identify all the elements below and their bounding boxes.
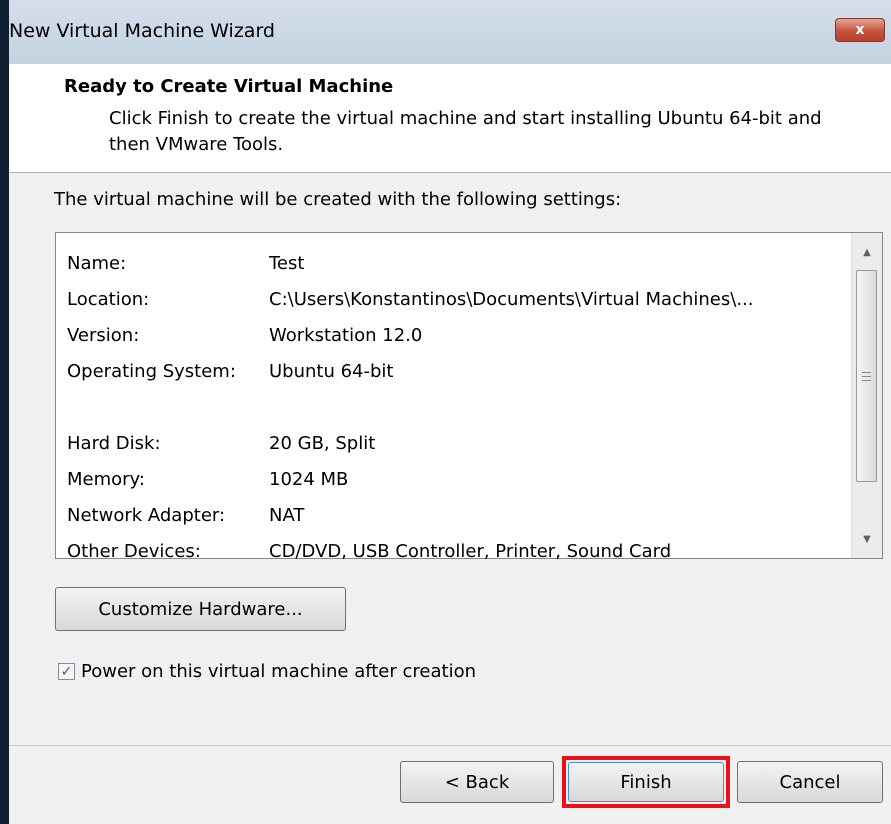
power-on-checkbox[interactable]: ✓ — [58, 663, 75, 680]
back-button[interactable]: < Back — [400, 761, 554, 803]
close-button[interactable]: x — [835, 18, 885, 42]
settings-intro: The virtual machine will be created with… — [54, 189, 622, 210]
setting-label: Version: — [67, 324, 140, 346]
setting-row-memory: Memory: 1024 MB — [67, 461, 842, 497]
window-title: New Virtual Machine Wizard — [9, 20, 275, 42]
setting-label: Operating System: — [67, 360, 236, 382]
vertical-scrollbar[interactable]: ▲ ▼ — [851, 233, 882, 558]
setting-row-hard-disk: Hard Disk: 20 GB, Split — [67, 425, 842, 461]
close-icon: x — [855, 22, 865, 38]
setting-row-version: Version: Workstation 12.0 — [67, 317, 842, 353]
scroll-down-icon[interactable]: ▼ — [852, 524, 882, 554]
setting-label: Location: — [67, 288, 150, 310]
setting-label: Network Adapter: — [67, 504, 226, 526]
grip-icon — [862, 371, 871, 381]
finish-button[interactable]: Finish — [568, 762, 724, 802]
setting-row-name: Name: Test — [67, 245, 842, 281]
setting-value: Test — [269, 252, 305, 274]
setting-label: Memory: — [67, 468, 145, 490]
setting-row-location: Location: C:\Users\Konstantinos\Document… — [67, 281, 842, 317]
customize-hardware-button[interactable]: Customize Hardware... — [55, 587, 346, 631]
settings-list: Name: Test Location: C:\Users\Konstantin… — [67, 245, 842, 569]
power-on-option[interactable]: ✓ Power on this virtual machine after cr… — [58, 661, 476, 682]
setting-label: Hard Disk: — [67, 432, 161, 454]
setting-value: 20 GB, Split — [269, 432, 376, 454]
setting-label: Other Devices: — [67, 540, 201, 562]
setting-value: CD/DVD, USB Controller, Printer, Sound C… — [269, 540, 672, 562]
power-on-label: Power on this virtual machine after crea… — [81, 661, 476, 682]
setting-row-network: Network Adapter: NAT — [67, 497, 842, 533]
setting-value: 1024 MB — [269, 468, 349, 490]
wizard-window: New Virtual Machine Wizard x Ready to Cr… — [0, 0, 891, 824]
setting-value: NAT — [269, 504, 305, 526]
scroll-thumb[interactable] — [856, 270, 877, 482]
setting-row-other-devices: Other Devices: CD/DVD, USB Controller, P… — [67, 533, 842, 569]
settings-summary-list[interactable]: Name: Test Location: C:\Users\Konstantin… — [55, 232, 883, 562]
button-divider — [9, 745, 891, 746]
setting-value: Workstation 12.0 — [269, 324, 423, 346]
cancel-button[interactable]: Cancel — [737, 761, 883, 803]
setting-value: C:\Users\Konstantinos\Documents\Virtual … — [269, 288, 754, 310]
title-bar: New Virtual Machine Wizard x — [9, 0, 891, 64]
wizard-body: The virtual machine will be created with… — [9, 173, 891, 824]
page-description: Click Finish to create the virtual machi… — [109, 108, 822, 155]
setting-label: Name: — [67, 252, 127, 274]
scroll-up-icon[interactable]: ▲ — [852, 237, 882, 267]
setting-value: Ubuntu 64-bit — [269, 360, 394, 382]
page-title: Ready to Create Virtual Machine — [64, 76, 394, 97]
wizard-header: Ready to Create Virtual Machine Click Fi… — [9, 64, 891, 173]
setting-row-os: Operating System: Ubuntu 64-bit — [67, 353, 842, 389]
